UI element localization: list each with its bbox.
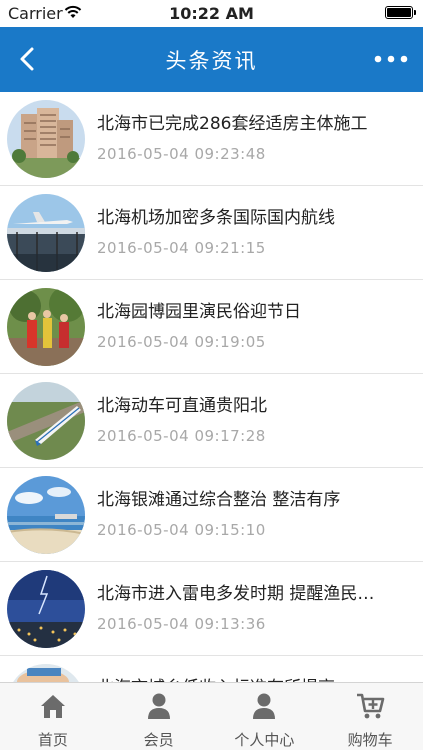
news-date: 2016-05-04 09:23:48 xyxy=(97,145,266,163)
news-thumbnail xyxy=(7,100,85,178)
navigation-bar: 头条资讯 xyxy=(0,27,423,92)
status-bar: Carrier 10:22 AM xyxy=(0,0,423,27)
news-item[interactable]: 北海银滩通过综合整治 整洁有序 2016-05-04 09:15:10 xyxy=(0,468,423,562)
tab-member[interactable]: 会员 xyxy=(106,683,212,750)
news-title: 北海市进入雷电多发时期 提醒渔民… xyxy=(97,584,375,604)
news-title: 北海银滩通过综合整治 整洁有序 xyxy=(97,490,341,510)
home-icon xyxy=(40,695,65,718)
tab-cart[interactable]: 购物车 xyxy=(317,683,423,750)
more-dots-icon[interactable] xyxy=(373,51,409,67)
tab-profile[interactable]: 个人中心 xyxy=(212,683,318,750)
news-title: 北海动车可直通贵阳北 xyxy=(97,396,267,416)
tab-bar: 首页 会员 个人中心 购物车 xyxy=(0,682,423,750)
news-title: 北海机场加密多条国际国内航线 xyxy=(97,208,335,228)
news-item[interactable]: 北海市已完成286套经适房主体施工 2016-05-04 09:23:48 xyxy=(0,92,423,186)
news-item[interactable]: 北海市城乡低收入标准有所提高 xyxy=(0,656,423,682)
user-icon xyxy=(253,693,276,719)
cart-icon xyxy=(357,693,385,719)
news-date: 2016-05-04 09:17:28 xyxy=(97,427,266,445)
tab-home[interactable]: 首页 xyxy=(0,683,106,750)
news-thumbnail xyxy=(7,382,85,460)
member-icon xyxy=(147,693,170,719)
news-thumbnail xyxy=(7,476,85,554)
news-title: 北海市已完成286套经适房主体施工 xyxy=(97,114,368,134)
news-item[interactable]: 北海动车可直通贵阳北 2016-05-04 09:17:28 xyxy=(0,374,423,468)
news-date: 2016-05-04 09:19:05 xyxy=(97,333,266,351)
news-thumbnail xyxy=(7,194,85,272)
news-item[interactable]: 北海机场加密多条国际国内航线 2016-05-04 09:21:15 xyxy=(0,186,423,280)
news-item[interactable]: 北海市进入雷电多发时期 提醒渔民… 2016-05-04 09:13:36 xyxy=(0,562,423,656)
news-thumbnail xyxy=(7,288,85,366)
news-title: 北海市城乡低收入标准有所提高 xyxy=(97,673,413,682)
battery-icon xyxy=(385,6,416,19)
news-thumbnail xyxy=(7,570,85,648)
news-list[interactable]: 北海市已完成286套经适房主体施工 2016-05-04 09:23:48 北海… xyxy=(0,92,423,682)
news-thumbnail xyxy=(7,664,85,682)
tab-label: 购物车 xyxy=(347,731,393,749)
page-title: 头条资讯 xyxy=(165,49,258,73)
news-item[interactable]: 北海园博园里演民俗迎节日 2016-05-04 09:19:05 xyxy=(0,280,423,374)
tab-label: 首页 xyxy=(37,731,68,749)
news-date: 2016-05-04 09:21:15 xyxy=(97,239,266,257)
news-date: 2016-05-04 09:15:10 xyxy=(97,521,266,539)
news-title: 北海园博园里演民俗迎节日 xyxy=(97,302,301,322)
tab-label: 个人中心 xyxy=(234,731,295,749)
news-date: 2016-05-04 09:13:36 xyxy=(97,615,266,633)
tab-label: 会员 xyxy=(143,731,174,749)
clock: 10:22 AM xyxy=(169,4,254,23)
